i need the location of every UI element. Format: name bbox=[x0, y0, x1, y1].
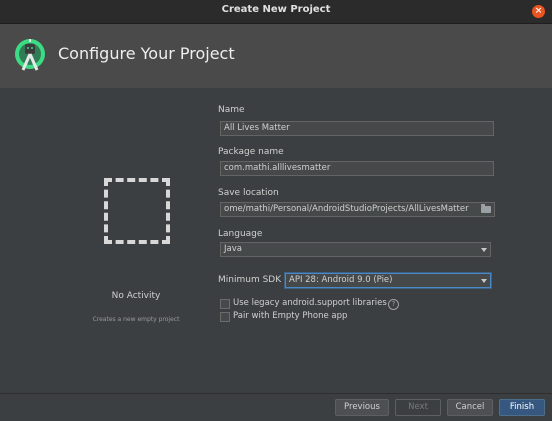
page-title: Configure Your Project bbox=[58, 44, 235, 63]
minimum-sdk-value: API 28: Android 9.0 (Pie) bbox=[289, 275, 393, 285]
save-location-value: ome/mathi/Personal/AndroidStudioProjects… bbox=[224, 204, 469, 214]
title-bar: Create New Project × bbox=[0, 0, 552, 24]
name-label: Name bbox=[218, 105, 245, 115]
phone-app-checkbox[interactable] bbox=[220, 312, 230, 322]
legacy-support-checkbox[interactable] bbox=[220, 299, 230, 309]
activity-name: No Activity bbox=[111, 291, 161, 301]
legacy-support-label: Use legacy android.support libraries bbox=[233, 298, 387, 308]
close-icon[interactable]: × bbox=[532, 5, 545, 18]
package-name-field[interactable]: com.mathi.alllivesmatter bbox=[220, 161, 494, 176]
package-name-label: Package name bbox=[218, 147, 284, 157]
language-label: Language bbox=[218, 229, 263, 239]
chevron-down-icon bbox=[481, 248, 487, 252]
help-icon[interactable]: ? bbox=[388, 299, 399, 310]
phone-app-checkbox-row[interactable]: Pair with Empty Phone app bbox=[220, 311, 360, 322]
header: Configure Your Project bbox=[0, 24, 552, 88]
footer-divider bbox=[0, 393, 552, 394]
activity-description: Creates a new empty project bbox=[92, 316, 180, 323]
phone-app-label: Pair with Empty Phone app bbox=[233, 311, 348, 321]
minimum-sdk-label: Minimum SDK bbox=[218, 275, 282, 285]
previous-button[interactable]: Previous bbox=[335, 399, 389, 416]
legacy-support-checkbox-row[interactable]: Use legacy android.support libraries bbox=[220, 298, 387, 309]
android-studio-logo-icon bbox=[15, 39, 45, 71]
language-value: Java bbox=[224, 244, 242, 254]
name-field[interactable]: All Lives Matter bbox=[220, 121, 494, 136]
finish-button[interactable]: Finish bbox=[499, 399, 545, 416]
language-dropdown[interactable]: Java bbox=[220, 242, 491, 257]
folder-icon[interactable] bbox=[481, 204, 491, 213]
save-location-label: Save location bbox=[218, 188, 279, 198]
save-location-field[interactable]: ome/mathi/Personal/AndroidStudioProjects… bbox=[220, 202, 495, 217]
window-title: Create New Project bbox=[221, 4, 331, 15]
minimum-sdk-dropdown[interactable]: API 28: Android 9.0 (Pie) bbox=[285, 273, 491, 288]
cancel-button[interactable]: Cancel bbox=[447, 399, 493, 416]
next-button[interactable]: Next bbox=[395, 399, 441, 416]
empty-activity-preview-icon bbox=[104, 178, 170, 244]
chevron-down-icon bbox=[481, 279, 487, 283]
